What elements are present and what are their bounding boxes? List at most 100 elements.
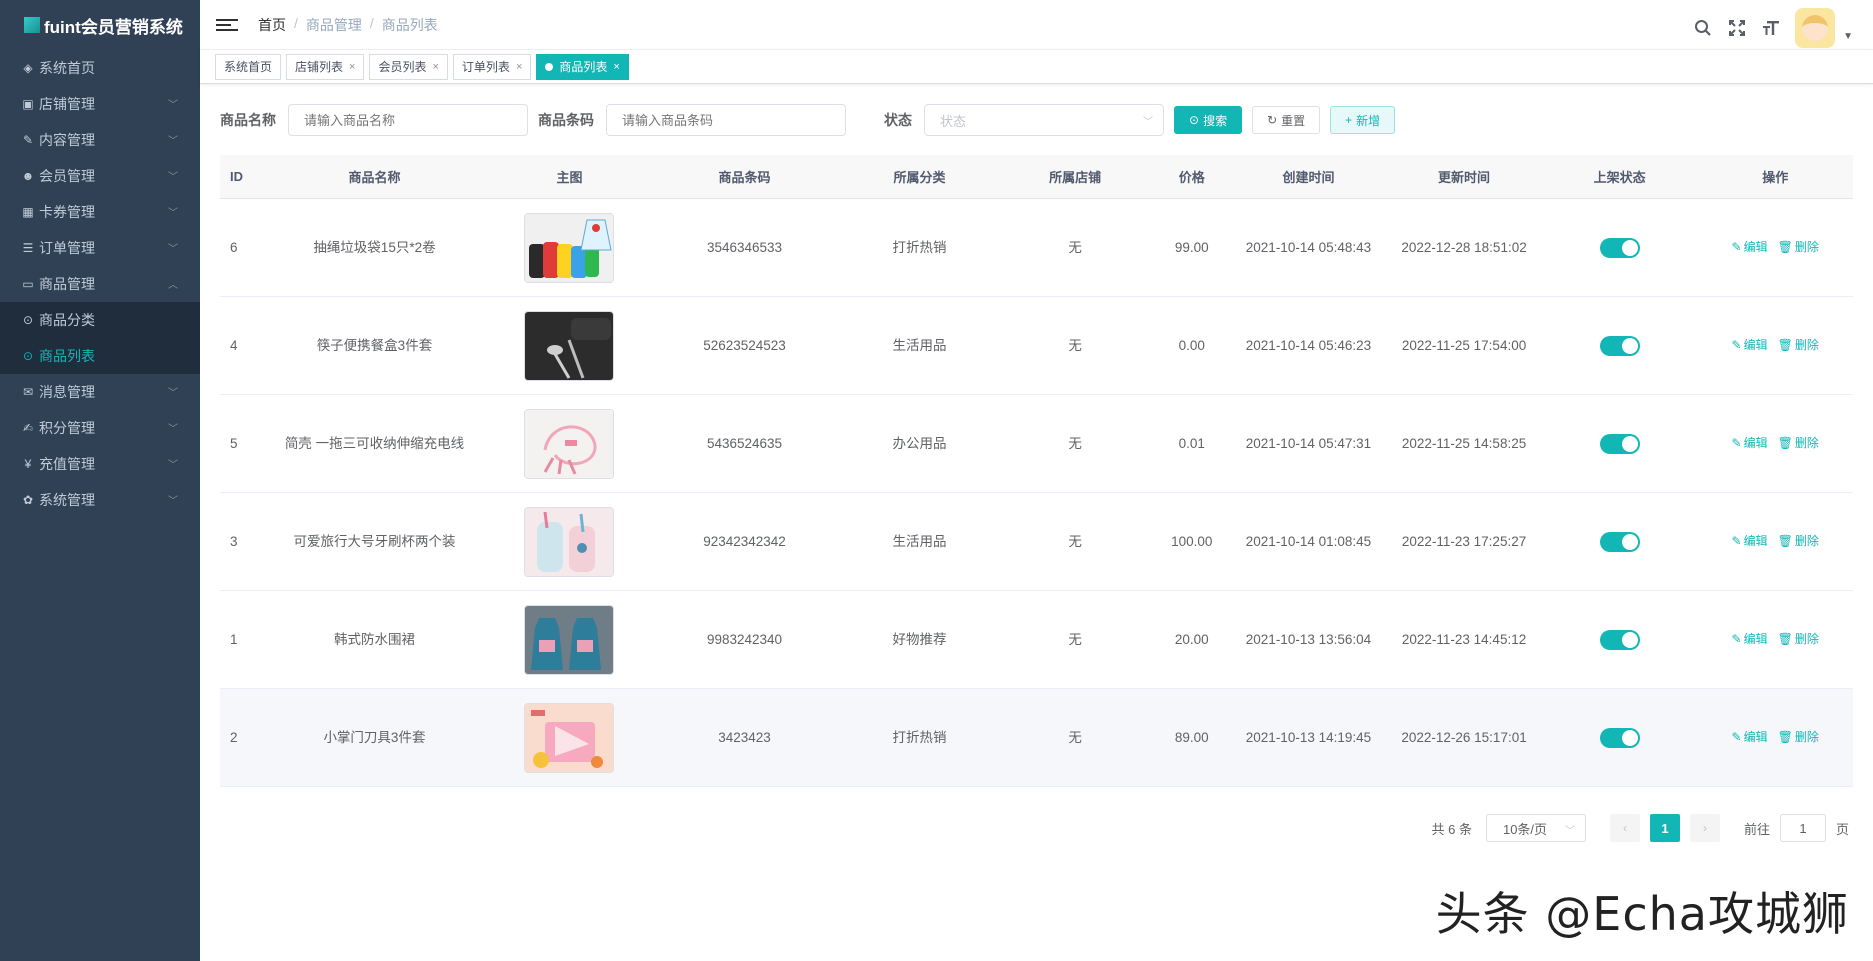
sidebar-item-label: 会员管理 (39, 168, 95, 184)
sidebar-item-10[interactable]: ✿ 系统管理 ﹀ (0, 482, 200, 518)
avatar[interactable] (1795, 8, 1836, 48)
sidebar-item-label: 内容管理 (39, 132, 95, 148)
caret-down-icon[interactable]: ▼ (1843, 31, 1853, 42)
delete-button[interactable]: 🗑︎ 删除 (1778, 726, 1819, 749)
cell-shop: 无 (1068, 534, 1082, 549)
message-icon: ✉ (22, 385, 34, 399)
cell-category: 打折热销 (892, 730, 947, 745)
sidebar-item-7[interactable]: ✉ 消息管理 ﹀ (0, 374, 200, 410)
tag-2[interactable]: 会员列表 × (369, 53, 448, 80)
tag-0[interactable]: 系统首页 (215, 53, 282, 80)
font-size-icon[interactable] (1761, 18, 1781, 38)
apron-photo[interactable] (524, 604, 615, 675)
delete-button[interactable]: 🗑︎ 删除 (1778, 628, 1819, 651)
tag-3[interactable]: 订单列表 × (452, 53, 532, 80)
cell-actions: ✎ 编辑 🗑︎ 删除 (1697, 530, 1853, 553)
sidebar-item-1[interactable]: ▣ 店铺管理 ﹀ (0, 86, 200, 122)
fullscreen-icon[interactable] (1727, 18, 1747, 38)
cell-name: 小掌门刀具3件套 (323, 730, 426, 745)
on-sale-switch[interactable] (1599, 433, 1640, 454)
on-sale-switch[interactable] (1599, 629, 1640, 650)
sidebar-item-label: 订单管理 (39, 240, 95, 256)
cell-created: 2021-10-13 13:56:04 (1245, 632, 1372, 647)
trash-icon: 🗑︎ (1777, 534, 1793, 548)
status-select-placeholder: 状态 (940, 113, 967, 129)
cell-category: 好物推荐 (892, 632, 947, 647)
app-logo[interactable]: fuint会员营销系统 (0, 0, 200, 50)
sidebar-item-4[interactable]: ▦ 卡券管理 ﹀ (0, 194, 200, 230)
sidebar-item-0[interactable]: ◈ 系统首页 (0, 50, 200, 86)
delete-button[interactable]: 🗑︎ 删除 (1778, 334, 1819, 357)
goods-code-input[interactable] (606, 104, 846, 136)
close-icon[interactable]: × (516, 55, 522, 79)
sidebar-subitem-1[interactable]: ⊙ 商品列表 (0, 338, 200, 374)
cell-category: 打折热销 (892, 240, 947, 255)
cell-code: 9983242340 (706, 632, 783, 647)
edit-button[interactable]: ✎ 编辑 (1732, 236, 1768, 259)
sidebar-item-3[interactable]: ☻ 会员管理 ﹀ (0, 158, 200, 194)
sidebar-subitem-0[interactable]: ⊙ 商品分类 (0, 302, 200, 338)
delete-label: 删除 (1794, 730, 1819, 744)
on-sale-switch[interactable] (1599, 335, 1640, 356)
goods-name-input[interactable] (288, 104, 528, 136)
search-icon[interactable] (1693, 18, 1713, 38)
edit-button[interactable]: ✎ 编辑 (1732, 432, 1768, 455)
header-actions: 操作 (1762, 170, 1789, 185)
cell-status (1542, 237, 1698, 258)
tag-1[interactable]: 店铺列表 × (286, 53, 365, 80)
close-icon[interactable]: × (432, 55, 438, 79)
edit-button[interactable]: ✎ 编辑 (1732, 628, 1768, 651)
plus-icon: + (1345, 113, 1353, 127)
edit-button[interactable]: ✎ 编辑 (1732, 726, 1768, 749)
status-select[interactable]: 状态 ﹀ (924, 104, 1164, 136)
cell-id: 1 (230, 632, 238, 647)
next-page-button[interactable]: › (1689, 814, 1720, 842)
on-sale-switch[interactable] (1599, 531, 1640, 552)
search-button-label: 搜索 (1203, 113, 1228, 128)
right-menu: ▼ (1693, 8, 1853, 48)
sidebar-item-9[interactable]: ¥ 充值管理 ﹀ (0, 446, 200, 482)
delete-button[interactable]: 🗑︎ 删除 (1778, 432, 1819, 455)
cutlery-set-photo[interactable] (524, 310, 615, 381)
on-sale-switch[interactable] (1599, 727, 1640, 748)
prev-page-button[interactable]: ‹ (1609, 814, 1640, 842)
close-icon[interactable]: × (613, 55, 619, 79)
close-icon[interactable]: × (349, 55, 355, 79)
delete-button[interactable]: 🗑︎ 删除 (1778, 236, 1819, 259)
reset-button[interactable]: ↻ 重置 (1252, 106, 1321, 134)
charging-cable-photo[interactable] (524, 408, 615, 479)
cell-actions: ✎ 编辑 🗑︎ 删除 (1697, 432, 1853, 455)
garbage-bag-photo[interactable] (524, 212, 615, 283)
knife-set-photo[interactable] (524, 702, 615, 773)
yen-icon: ¥ (24, 457, 32, 471)
hamburger-icon[interactable] (216, 14, 238, 36)
sidebar-item-5[interactable]: ☰ 订单管理 ﹀ (0, 230, 200, 266)
submenu-goods: ⊙ 商品分类 ⊙ 商品列表 (0, 302, 200, 374)
delete-label: 删除 (1794, 534, 1819, 548)
table-row: 4 筷子便携餐盒3件套 52623524523 生活用品 无 0.00 2021-10-14… (220, 297, 1853, 395)
sidebar-item-2[interactable]: ✎ 内容管理 ﹀ (0, 122, 200, 158)
edit-icon: ✎ (1731, 338, 1742, 352)
on-sale-switch[interactable] (1599, 237, 1640, 258)
header-category: 所属分类 (893, 170, 946, 185)
delete-button[interactable]: 🗑︎ 删除 (1778, 530, 1819, 553)
sidebar-item-8[interactable]: ✍ 积分管理 ﹀ (0, 410, 200, 446)
edit-button[interactable]: ✎ 编辑 (1732, 530, 1768, 553)
cell-id: 2 (230, 730, 238, 745)
sidebar-item-6[interactable]: ▭ 商品管理 ︿ (0, 266, 200, 302)
page-number-button[interactable]: 1 (1649, 814, 1680, 842)
toothbrush-cup-photo[interactable] (524, 506, 615, 577)
cell-name: 筷子便携餐盒3件套 (316, 338, 433, 353)
chevron-down-icon: ﹀ (168, 244, 178, 255)
breadcrumb-home[interactable]: 首页 (258, 15, 286, 35)
tag-4[interactable]: 商品列表 × (536, 53, 629, 80)
search-button[interactable]: ⊙ 搜索 (1174, 106, 1243, 134)
edit-button[interactable]: ✎ 编辑 (1732, 334, 1768, 357)
table-row: 6 抽绳垃圾袋15只*2卷 3546346533 打折热销 无 99.00 2021-10-… (220, 199, 1853, 297)
filter-form: 商品名称 商品条码 状态 状态 ﹀ ⊙ 搜索 ↻ 重置 + 新增 (220, 104, 1396, 136)
page-size-select[interactable]: 10条/页 ﹀ (1485, 814, 1586, 842)
goto-page-input[interactable] (1779, 814, 1826, 842)
add-button[interactable]: + 新增 (1330, 106, 1396, 134)
tag-label: 店铺列表 (295, 59, 344, 74)
cell-actions: ✎ 编辑 🗑︎ 删除 (1697, 726, 1853, 749)
